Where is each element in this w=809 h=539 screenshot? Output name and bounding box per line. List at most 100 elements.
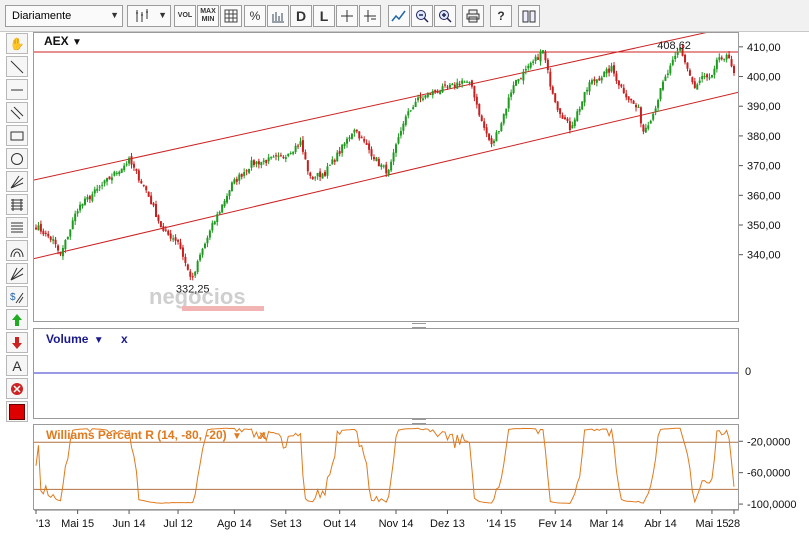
candle-body [360,137,363,139]
y-tick-label: 400,00 [747,72,781,84]
price-title[interactable]: AEX ▼ [44,34,82,48]
bars-icon[interactable] [267,5,289,27]
gann-icon[interactable] [6,263,28,284]
price-panel[interactable]: negocios 408,62 332,25 AEX ▼ [33,32,739,322]
candle-body [703,76,706,78]
candle-body [223,200,226,207]
candle-body [647,125,650,129]
pitchfork-icon[interactable] [6,171,28,192]
volume-dropdown-icon[interactable]: ▼ [94,335,104,346]
candle-body [174,237,177,241]
line-icon[interactable] [6,56,28,77]
parallel-lines-icon[interactable] [6,102,28,123]
candle-body [468,82,471,84]
candle-body [54,239,57,245]
candle-body [710,74,713,78]
vol-toggle[interactable]: VOL [174,5,196,27]
circle-icon[interactable] [6,148,28,169]
crosshair-icon[interactable] [336,5,358,27]
x-tick-label: Jul 12 [163,518,192,530]
candle-body [184,256,187,263]
zoom-out-icon[interactable] [411,5,433,27]
candle-body [490,138,493,145]
horizontal-line-icon[interactable] [6,79,28,100]
help-button[interactable]: ? [490,5,512,27]
candle-body [644,127,647,133]
candle-body [177,240,180,242]
fib-fan-icon[interactable] [6,217,28,238]
candle-body [485,127,488,134]
volume-panel[interactable]: Volume ▼ x [33,328,739,419]
williams-title[interactable]: Williams Percent R (14, -80, -20) ▼ x [46,428,266,442]
candle-body [252,160,255,165]
text-tool-button[interactable]: A [6,355,28,376]
arc-icon[interactable] [6,240,28,261]
toolbar: Diariamente ▼ ▼ VOL MAX MIN % D L ? [0,0,809,32]
candle-body [248,168,251,173]
grid-icon[interactable] [220,5,242,27]
candle-body [568,121,571,131]
zoom-fit-icon[interactable] [388,5,410,27]
candle-body [431,90,434,96]
rectangle-icon[interactable] [6,125,28,146]
candle-body [382,165,385,167]
candle-body [201,248,204,255]
candle-body [661,81,664,90]
delete-icon[interactable] [6,378,28,399]
x-tick-label: Set 13 [270,518,302,530]
fib-retracement-icon[interactable] [6,194,28,215]
candle-body [696,84,699,90]
hand-icon[interactable]: ✋ [6,33,28,54]
candle-body [64,240,67,250]
chart-type-select[interactable]: ▼ [127,5,171,27]
williams-title-label: Williams Percent R (14, -80, -20) [46,428,227,442]
crosshair-label-icon[interactable] [359,5,381,27]
volume-title[interactable]: Volume ▼ x [46,332,128,346]
williams-close-button[interactable]: x [259,428,266,442]
percent-label: % [249,9,261,23]
zoom-in-icon[interactable] [434,5,456,27]
candle-body [101,184,104,186]
candle-body [505,108,508,116]
l-button[interactable]: L [313,5,335,27]
book-icon[interactable] [518,5,540,27]
price-title-dropdown-icon[interactable]: ▼ [72,37,82,48]
candle-body [69,229,72,237]
candle-body [610,65,613,72]
d-label: D [295,8,307,24]
print-icon[interactable] [462,5,484,27]
candle-body [684,54,687,63]
candle-body [453,84,456,87]
candle-body [517,78,520,82]
dollar-icon[interactable]: $ [6,286,28,307]
x-tick-label: Mar 14 [590,518,624,530]
candle-body [350,133,353,139]
candle-body [492,140,495,143]
candle-body [230,182,233,192]
candle-body [524,68,527,71]
color-swatch[interactable] [6,401,28,422]
percent-button[interactable]: % [244,5,266,27]
candle-body [715,59,718,70]
candle-body [115,172,118,174]
williams-dropdown-icon[interactable]: ▼ [232,431,242,442]
chevron-down-icon: ▼ [158,10,167,20]
candle-body [208,230,211,238]
buy-arrow-icon[interactable] [6,309,28,330]
candle-body [561,115,564,119]
candle-body [421,98,424,100]
d-button[interactable]: D [290,5,312,27]
candle-body [311,176,314,180]
candle-body [625,93,628,98]
candle-body [282,156,285,158]
candle-body [137,170,140,181]
candle-body [358,131,361,139]
williams-tick-label: -20,0000 [747,436,790,448]
williams-panel[interactable]: Williams Percent R (14, -80, -20) ▼ x [33,424,739,510]
maxmin-toggle[interactable]: MAX MIN [197,5,219,27]
sell-arrow-icon[interactable] [6,332,28,353]
candle-body [718,57,721,60]
volume-close-button[interactable]: x [121,332,128,346]
candle-body [162,226,165,231]
period-select[interactable]: Diariamente ▼ [5,5,123,27]
